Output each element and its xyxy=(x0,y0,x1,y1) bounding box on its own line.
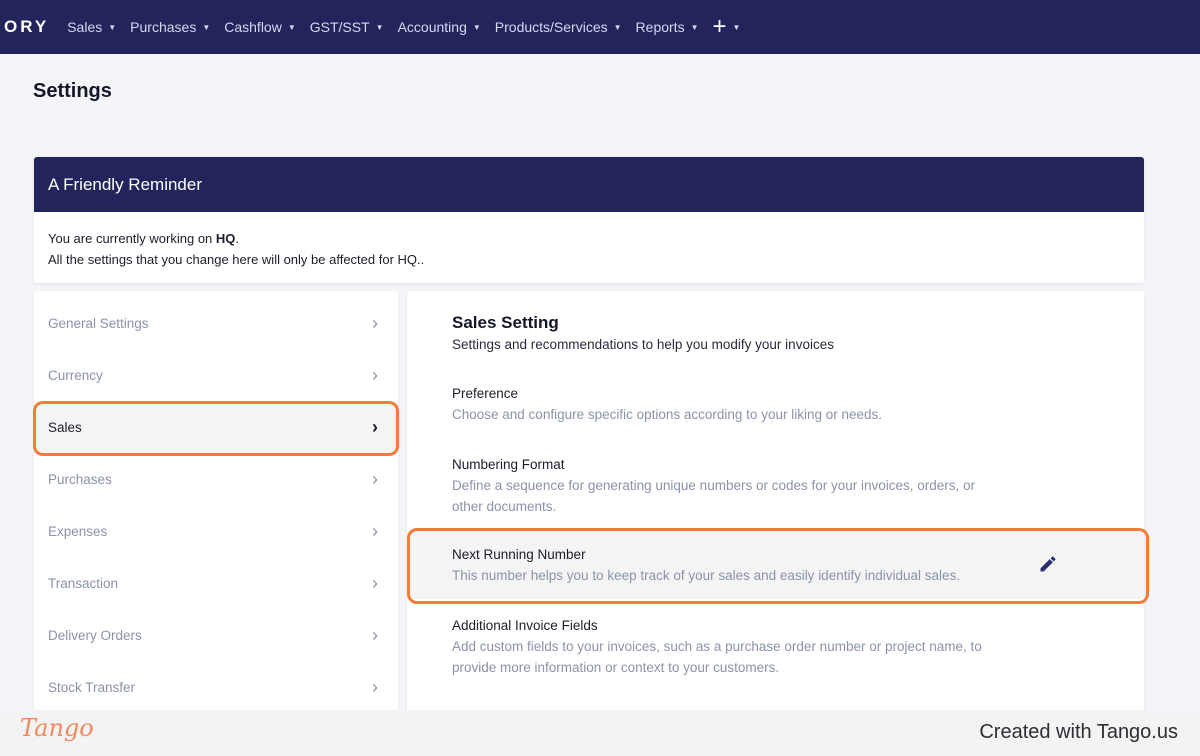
nav-reports-label: Reports xyxy=(635,19,685,35)
nav-reports[interactable]: Reports ▼ xyxy=(636,19,699,35)
caret-down-icon: ▼ xyxy=(472,22,481,32)
caret-down-icon: ▼ xyxy=(202,22,211,32)
sidebar-item-label: Expenses xyxy=(48,523,108,539)
created-with-text: Created with Tango.us xyxy=(979,721,1178,743)
nav-sales[interactable]: Sales ▼ xyxy=(67,19,116,35)
pencil-icon[interactable] xyxy=(1038,554,1058,574)
sidebar-item-label: Currency xyxy=(48,367,103,383)
sidebar-item-label: General Settings xyxy=(48,315,149,331)
sidebar-item-label: Purchases xyxy=(48,471,112,487)
nav-sales-label: Sales xyxy=(67,19,103,35)
reminder-line-1: You are currently working on HQ. xyxy=(48,228,1130,249)
option-title: Numbering Format xyxy=(452,457,565,472)
plus-icon: + xyxy=(712,13,727,40)
sidebar-item-delivery-orders[interactable]: Delivery Orders › xyxy=(34,609,398,661)
brand-logo[interactable]: ORY xyxy=(4,17,49,37)
current-branch: HQ xyxy=(215,231,236,246)
chevron-right-icon: › xyxy=(372,624,378,645)
sidebar-item-expenses[interactable]: Expenses › xyxy=(34,505,398,557)
sidebar-item-label: Sales xyxy=(48,419,82,435)
option-additional-invoice-fields[interactable]: Additional Invoice Fields Add custom fie… xyxy=(452,616,997,678)
caret-down-icon: ▼ xyxy=(690,22,699,32)
nav-products-services[interactable]: Products/Services ▼ xyxy=(495,19,622,35)
caret-down-icon: ▼ xyxy=(732,22,741,32)
chevron-right-icon: › xyxy=(372,572,378,593)
option-description: Define a sequence for generating unique … xyxy=(452,478,976,514)
friendly-reminder-card: A Friendly Reminder You are currently wo… xyxy=(34,157,1144,283)
chevron-right-icon: › xyxy=(372,416,378,437)
nav-purchases[interactable]: Purchases ▼ xyxy=(130,19,210,35)
sales-setting-panel: Sales Setting Settings and recommendatio… xyxy=(407,291,1144,721)
nav-cashflow-label: Cashflow xyxy=(224,19,282,35)
sidebar-item-purchases[interactable]: Purchases › xyxy=(34,453,398,505)
tango-footer: Tango Created with Tango.us xyxy=(0,710,1200,756)
caret-down-icon: ▼ xyxy=(613,22,622,32)
chevron-right-icon: › xyxy=(372,676,378,697)
nav-gst-sst[interactable]: GST/SST ▼ xyxy=(310,19,384,35)
sidebar-item-label: Transaction xyxy=(48,575,119,591)
section-subtitle: Settings and recommendations to help you… xyxy=(452,337,834,352)
tango-logo: Tango xyxy=(20,714,94,742)
nav-products-services-label: Products/Services xyxy=(494,19,608,35)
sidebar-item-general-settings[interactable]: General Settings › xyxy=(34,297,398,349)
chevron-right-icon: › xyxy=(372,312,378,333)
chevron-right-icon: › xyxy=(372,468,378,489)
sidebar-item-label: Stock Transfer xyxy=(48,679,136,695)
nav-accounting-label: Accounting xyxy=(397,19,467,35)
caret-down-icon: ▼ xyxy=(375,22,384,32)
option-description: This number helps you to keep track of y… xyxy=(452,568,961,583)
chevron-right-icon: › xyxy=(372,364,378,385)
option-description: Add custom fields to your invoices, such… xyxy=(452,639,982,675)
option-description: Choose and configure specific options ac… xyxy=(452,407,883,422)
reminder-title: A Friendly Reminder xyxy=(34,157,1144,212)
settings-sidebar: General Settings › Currency › Sales › Purch… xyxy=(34,291,398,721)
nav-gst-sst-label: GST/SST xyxy=(309,19,370,35)
option-numbering-format[interactable]: Numbering Format Define a sequence for g… xyxy=(452,455,1002,517)
caret-down-icon: ▼ xyxy=(287,22,296,32)
reminder-line-2: All the settings that you change here wi… xyxy=(48,252,425,267)
option-preference[interactable]: Preference Choose and configure specific… xyxy=(452,384,1012,425)
option-title: Preference xyxy=(452,386,519,401)
nav-add-button[interactable]: + ▼ xyxy=(713,13,741,41)
reminder-line1-suffix: . xyxy=(235,231,240,246)
reminder-body: You are currently working on HQ. All the… xyxy=(34,212,1144,283)
chevron-right-icon: › xyxy=(372,520,378,541)
sidebar-item-label: Delivery Orders xyxy=(48,627,142,643)
option-title: Next Running Number xyxy=(452,547,586,562)
nav-accounting[interactable]: Accounting ▼ xyxy=(398,19,481,35)
sidebar-item-transaction[interactable]: Transaction › xyxy=(34,557,398,609)
option-next-running-number[interactable]: Next Running Number This number helps yo… xyxy=(452,545,1012,586)
top-navbar: ORY Sales ▼ Purchases ▼ Cashflow ▼ GST/SST ▼… xyxy=(0,0,1200,54)
sidebar-item-sales[interactable]: Sales › xyxy=(34,401,398,453)
nav-purchases-label: Purchases xyxy=(130,19,197,35)
nav-cashflow[interactable]: Cashflow ▼ xyxy=(224,19,296,35)
option-title: Additional Invoice Fields xyxy=(452,618,598,633)
section-title: Sales Setting xyxy=(452,313,559,332)
sidebar-item-stock-transfer[interactable]: Stock Transfer › xyxy=(34,661,398,713)
sidebar-item-currency[interactable]: Currency › xyxy=(34,349,398,401)
caret-down-icon: ▼ xyxy=(108,22,117,32)
page-title: Settings xyxy=(33,80,112,102)
reminder-line1-prefix: You are currently working on xyxy=(48,231,216,246)
